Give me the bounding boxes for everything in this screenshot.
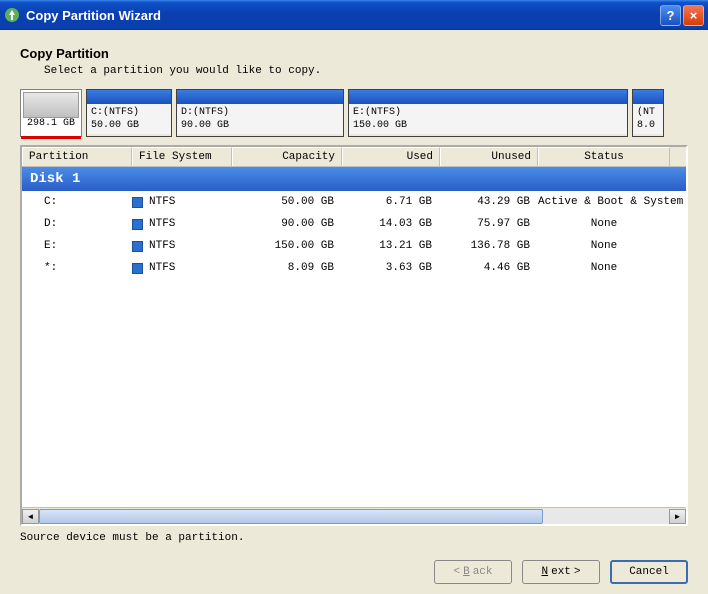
fs-color-icon (132, 263, 143, 274)
titlebar: Copy Partition Wizard ? × (0, 0, 708, 30)
disk-strip: 298.1 GB C:(NTFS)50.00 GB D:(NTFS)90.00 … (20, 89, 688, 137)
wizard-window: Copy Partition Wizard ? × Copy Partition… (0, 0, 708, 594)
app-icon (4, 7, 20, 23)
col-filesystem[interactable]: File System (132, 147, 232, 166)
col-status[interactable]: Status (538, 147, 670, 166)
partition-box[interactable]: E:(NTFS)150.00 GB (348, 89, 628, 137)
page-header: Copy Partition Select a partition you wo… (20, 46, 688, 77)
page-title: Copy Partition (20, 46, 688, 61)
disk-info[interactable]: 298.1 GB (20, 89, 82, 137)
cell-used: 6.71 GB (342, 196, 440, 208)
back-button[interactable]: < Back (434, 560, 512, 584)
cell-capacity: 90.00 GB (232, 218, 342, 230)
partition-header (633, 90, 663, 104)
scroll-thumb[interactable] (39, 509, 543, 524)
partition-label: E:(NTFS)150.00 GB (349, 104, 627, 134)
disk-size: 298.1 GB (23, 118, 79, 129)
cell-fs: NTFS (132, 262, 232, 274)
button-row: < Back Next > Cancel (20, 554, 688, 584)
cell-status: None (538, 262, 670, 274)
cell-unused: 43.29 GB (440, 196, 538, 208)
table-body: C: NTFS 50.00 GB 6.71 GB 43.29 GB Active… (22, 191, 686, 507)
disk-group[interactable]: Disk 1 (22, 167, 686, 191)
col-capacity[interactable]: Capacity (232, 147, 342, 166)
table-row[interactable]: D: NTFS 90.00 GB 14.03 GB 75.97 GB None (22, 213, 686, 235)
partition-table: Partition File System Capacity Used Unus… (20, 145, 688, 526)
partition-box[interactable]: (NT8.0 (632, 89, 664, 137)
page-subtitle: Select a partition you would like to cop… (44, 65, 688, 77)
table-header: Partition File System Capacity Used Unus… (22, 147, 686, 167)
cell-used: 13.21 GB (342, 240, 440, 252)
col-partition[interactable]: Partition (22, 147, 132, 166)
fs-color-icon (132, 219, 143, 230)
status-message: Source device must be a partition. (20, 526, 688, 554)
partition-header (177, 90, 343, 104)
cell-status: None (538, 218, 670, 230)
scroll-track[interactable] (39, 509, 669, 524)
partition-box[interactable]: D:(NTFS)90.00 GB (176, 89, 344, 137)
horizontal-scrollbar[interactable]: ◄ ► (22, 507, 686, 524)
partition-box[interactable]: C:(NTFS)50.00 GB (86, 89, 172, 137)
col-unused[interactable]: Unused (440, 147, 538, 166)
table-row[interactable]: *: NTFS 8.09 GB 3.63 GB 4.46 GB None (22, 257, 686, 279)
titlebar-buttons: ? × (660, 5, 704, 26)
cell-unused: 4.46 GB (440, 262, 538, 274)
cell-status: Active & Boot & System (538, 196, 670, 208)
content-area: Copy Partition Select a partition you wo… (0, 30, 708, 594)
cell-capacity: 8.09 GB (232, 262, 342, 274)
window-title: Copy Partition Wizard (26, 8, 660, 23)
partition-header (87, 90, 171, 104)
partition-label: (NT8.0 (633, 104, 663, 134)
cell-fs: NTFS (132, 240, 232, 252)
cell-capacity: 50.00 GB (232, 196, 342, 208)
cell-partition: E: (22, 240, 132, 252)
cell-used: 14.03 GB (342, 218, 440, 230)
table-row[interactable]: C: NTFS 50.00 GB 6.71 GB 43.29 GB Active… (22, 191, 686, 213)
disk-icon (23, 92, 79, 118)
cancel-button[interactable]: Cancel (610, 560, 688, 584)
close-button[interactable]: × (683, 5, 704, 26)
cell-unused: 136.78 GB (440, 240, 538, 252)
partition-label: C:(NTFS)50.00 GB (87, 104, 171, 134)
table-row[interactable]: E: NTFS 150.00 GB 13.21 GB 136.78 GB Non… (22, 235, 686, 257)
fs-color-icon (132, 197, 143, 208)
col-used[interactable]: Used (342, 147, 440, 166)
scroll-right-arrow[interactable]: ► (669, 509, 686, 524)
fs-color-icon (132, 241, 143, 252)
partition-strip: C:(NTFS)50.00 GB D:(NTFS)90.00 GB E:(NTF… (86, 89, 688, 137)
cell-partition: *: (22, 262, 132, 274)
partition-header (349, 90, 627, 104)
cell-fs: NTFS (132, 196, 232, 208)
cell-used: 3.63 GB (342, 262, 440, 274)
help-button[interactable]: ? (660, 5, 681, 26)
cell-fs: NTFS (132, 218, 232, 230)
cell-capacity: 150.00 GB (232, 240, 342, 252)
cell-status: None (538, 240, 670, 252)
cell-partition: C: (22, 196, 132, 208)
partition-label: D:(NTFS)90.00 GB (177, 104, 343, 134)
cell-partition: D: (22, 218, 132, 230)
next-button[interactable]: Next > (522, 560, 600, 584)
scroll-left-arrow[interactable]: ◄ (22, 509, 39, 524)
cell-unused: 75.97 GB (440, 218, 538, 230)
